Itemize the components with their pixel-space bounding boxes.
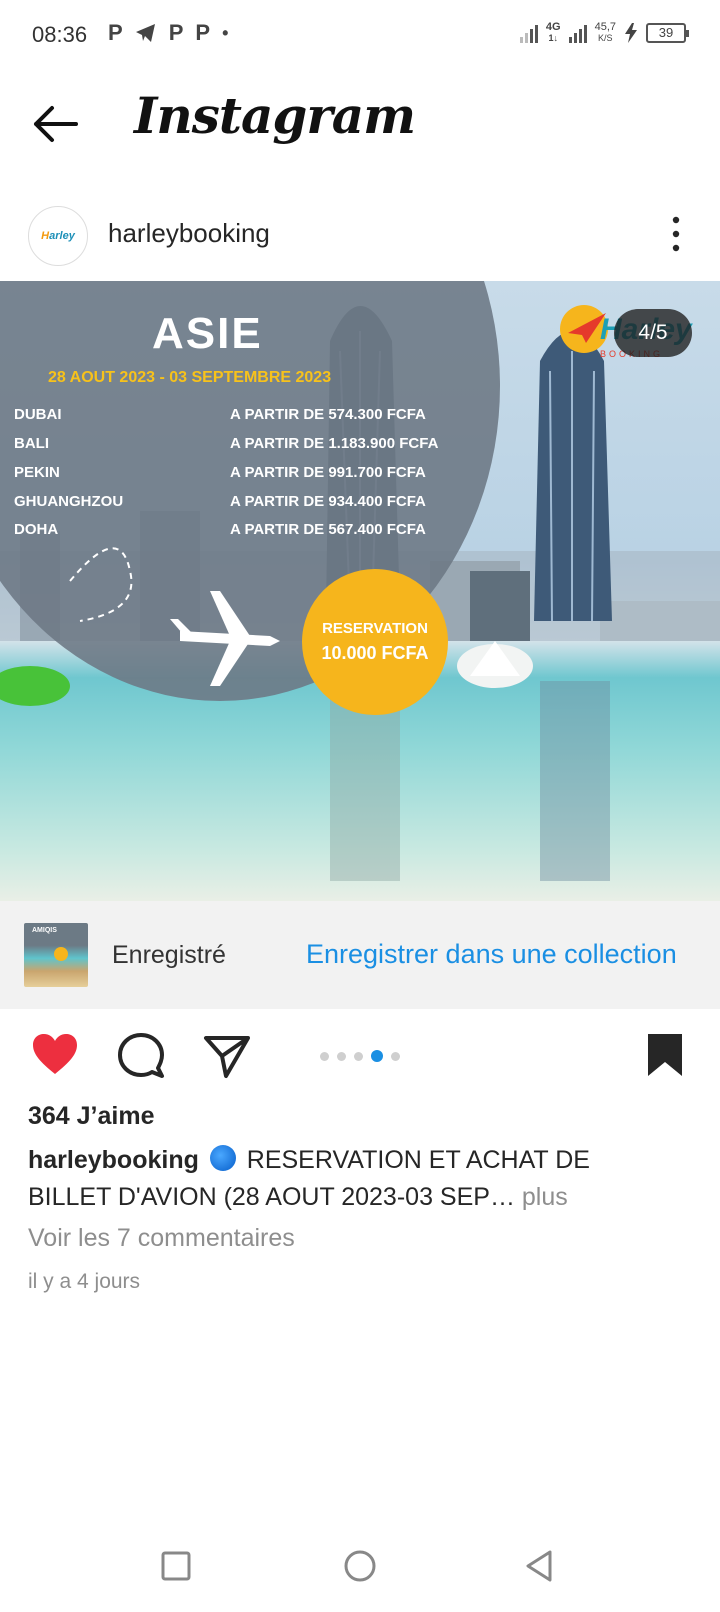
view-comments-link[interactable]: Voir les 7 commentaires: [28, 1224, 295, 1253]
network-speed: 45,7 K/S: [595, 22, 616, 44]
image-dates: 28 AOUT 2023 - 03 SEPTEMBRE 2023: [48, 369, 332, 386]
notification-icon: P: [168, 20, 184, 45]
battery-icon: 39: [646, 23, 689, 43]
system-nav-bar: [0, 1530, 720, 1612]
destination-city: DUBAI: [14, 406, 62, 423]
app-header: Instagram: [0, 72, 720, 182]
reservation-price: 10.000 FCFA: [321, 643, 429, 663]
carousel-dot: [354, 1051, 363, 1061]
recents-icon[interactable]: [154, 1544, 198, 1588]
destination-price: A PARTIR DE 574.300 FCFA: [230, 406, 426, 423]
destination-price: A PARTIR DE 934.400 FCFA: [230, 493, 426, 510]
carousel-dot: [337, 1051, 346, 1061]
status-indicators: 4G 1↓ 45,7 K/S 39: [519, 22, 689, 44]
reservation-label: RESERVATION: [322, 620, 428, 637]
app-title: Instagram: [134, 86, 416, 145]
caption-more-link[interactable]: plus: [522, 1183, 568, 1211]
carousel-dot-active: [371, 1050, 383, 1062]
carousel-dot: [320, 1051, 329, 1061]
destination-price: A PARTIR DE 1.183.900 FCFA: [230, 435, 439, 452]
destination-row: PEKIN A PARTIR DE 991.700 FCFA: [14, 464, 474, 484]
post-username[interactable]: harleybooking: [108, 218, 270, 249]
comment-icon[interactable]: [116, 1030, 166, 1080]
saved-label: Enregistré: [112, 941, 226, 969]
notification-dot: •: [222, 22, 229, 43]
destination-city: PEKIN: [14, 464, 60, 481]
carousel-counter: 4/5: [614, 309, 692, 357]
carousel-indicator: [320, 1050, 400, 1062]
network-label: 4G: [545, 21, 561, 33]
bookmark-icon[interactable]: [640, 1030, 690, 1080]
saved-thumbnail: AMIQIS: [24, 923, 88, 987]
destination-row: DOHA A PARTIR DE 567.400 FCFA: [14, 521, 474, 541]
destination-row: DUBAI A PARTIR DE 574.300 FCFA: [14, 406, 474, 426]
notification-icon: P: [195, 20, 211, 45]
network-sub: 1↓: [548, 33, 558, 43]
more-options-icon[interactable]: [666, 214, 686, 254]
destination-city: DOHA: [14, 521, 59, 538]
speed-value: 45,7: [594, 21, 616, 33]
cell-signal-icon: [568, 23, 587, 43]
destination-row: BALI A PARTIR DE 1.183.900 FCFA: [14, 435, 474, 455]
like-count[interactable]: 364 J’aime: [28, 1102, 155, 1131]
telegram-icon: [135, 24, 155, 42]
destination-row: GHUANGHZOU A PARTIR DE 934.400 FCFA: [14, 493, 474, 513]
status-time: 08:36: [32, 22, 88, 47]
thumbnail-text: AMIQIS: [32, 927, 57, 934]
post-actions: [0, 1020, 720, 1090]
destination-city: GHUANGHZOU: [14, 493, 124, 510]
notification-icon: P: [108, 20, 123, 45]
heart-icon[interactable]: [30, 1030, 80, 1080]
post-header: Harley harleybooking: [0, 200, 720, 272]
network-type: 4G 1↓: [546, 22, 561, 44]
avatar-logo-rest: arley: [49, 230, 75, 242]
save-to-collection-link[interactable]: Enregistrer dans une collection: [306, 939, 677, 970]
caption-line-1: RESERVATION ET ACHAT DE: [246, 1146, 590, 1174]
thumbnail-badge: [54, 947, 68, 961]
post-caption: harleybooking RESERVATION ET ACHAT DE BI…: [28, 1142, 688, 1216]
speed-unit: K/S: [598, 33, 613, 43]
caption-username[interactable]: harleybooking: [28, 1146, 199, 1174]
image-title: ASIE: [152, 309, 263, 358]
destination-price: A PARTIR DE 991.700 FCFA: [230, 464, 426, 481]
airplane-icon: [69, 547, 280, 686]
destination-city: BALI: [14, 435, 49, 452]
avatar-logo: Harley: [41, 230, 75, 242]
post-image[interactable]: ASIE 28 AOUT 2023 - 03 SEPTEMBRE 2023 DU…: [0, 281, 720, 901]
back-triangle-icon[interactable]: [518, 1544, 562, 1588]
reservation-badge: RESERVATION 10.000 FCFA: [302, 569, 448, 715]
share-icon[interactable]: [202, 1030, 252, 1080]
saved-bar: AMIQIS Enregistré Enregistrer dans une c…: [0, 901, 720, 1009]
blue-circle-emoji: [209, 1145, 236, 1171]
caption-line-2: BILLET D'AVION (28 AOUT 2023-03 SEP…: [28, 1183, 515, 1211]
post-timestamp: il y a 4 jours: [28, 1270, 141, 1293]
charging-icon: [625, 23, 637, 43]
wifi-signal-icon: [519, 23, 538, 43]
home-icon[interactable]: [338, 1544, 382, 1588]
carousel-dot: [391, 1051, 400, 1061]
avatar[interactable]: Harley: [28, 206, 88, 266]
notification-icons: P P P •: [108, 20, 228, 46]
destination-price: A PARTIR DE 567.400 FCFA: [230, 521, 426, 538]
arrow-left-icon[interactable]: [30, 102, 80, 146]
avatar-logo-initial: H: [41, 230, 50, 242]
status-bar: 08:36 P P P • 4G 1↓ 45,7 K/S 39: [0, 0, 720, 72]
